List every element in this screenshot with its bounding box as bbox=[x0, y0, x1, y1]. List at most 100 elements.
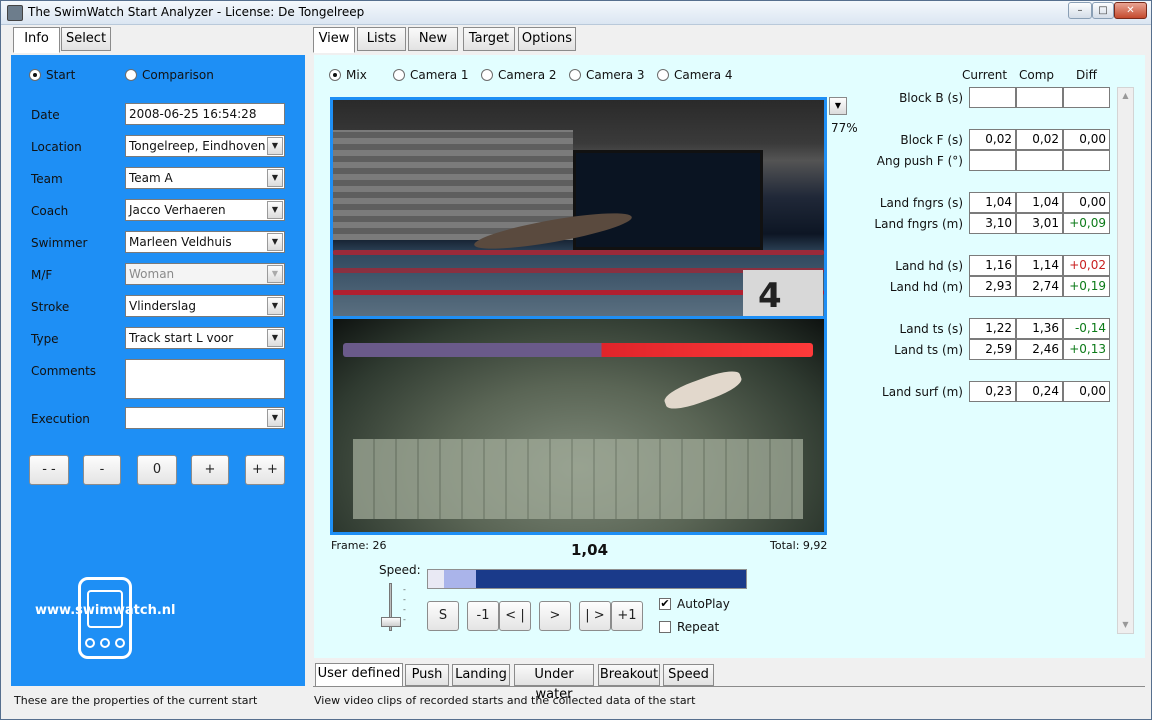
date-field[interactable]: 2008-06-25 16:54:28 bbox=[125, 103, 285, 125]
team-select[interactable]: Team A ▼ bbox=[125, 167, 285, 189]
tab-landing[interactable]: Landing bbox=[452, 664, 510, 686]
rating-zero-button[interactable]: 0 bbox=[137, 455, 177, 485]
radio-camera-1[interactable] bbox=[393, 69, 405, 81]
tab-baseline bbox=[313, 686, 1145, 687]
radio-camera-3[interactable] bbox=[569, 69, 581, 81]
tab-target[interactable]: Target bbox=[463, 27, 515, 51]
hall-windows bbox=[573, 150, 763, 250]
maximize-button[interactable]: □ bbox=[1092, 2, 1114, 19]
rating-plus-plus-button[interactable]: + + bbox=[245, 455, 285, 485]
tab-view[interactable]: View bbox=[313, 27, 355, 53]
camera-underwater-image bbox=[333, 319, 824, 532]
info-panel: Start Comparison Date 2008-06-25 16:54:2… bbox=[11, 55, 305, 686]
tab-select[interactable]: Select bbox=[61, 27, 111, 51]
chevron-down-icon[interactable]: ▼ bbox=[267, 409, 283, 427]
col-diff-header: Diff bbox=[1076, 68, 1097, 82]
radio-comparison-label: Comparison bbox=[142, 68, 214, 82]
measurements-scrollbar[interactable]: ▲ ▼ bbox=[1117, 87, 1134, 634]
chevron-down-icon[interactable]: ▼ bbox=[267, 297, 283, 315]
comments-label: Comments bbox=[31, 364, 97, 378]
radio-camera-4-label: Camera 4 bbox=[674, 68, 733, 82]
tab-lists[interactable]: Lists bbox=[357, 27, 406, 51]
tab-push[interactable]: Push bbox=[405, 664, 449, 686]
coach-label: Coach bbox=[31, 204, 69, 218]
row-label: Land ts (m) bbox=[894, 343, 963, 357]
stop-button[interactable]: S bbox=[427, 601, 459, 631]
scroll-down-icon[interactable]: ▼ bbox=[1118, 617, 1133, 633]
row-label: Land fngrs (m) bbox=[874, 217, 963, 231]
value-comp bbox=[1016, 150, 1063, 171]
value-diff bbox=[1063, 150, 1110, 171]
step-forward-button[interactable]: +1 bbox=[611, 601, 643, 631]
radio-camera-1-label: Camera 1 bbox=[410, 68, 469, 82]
close-button[interactable]: ✕ bbox=[1114, 2, 1147, 19]
app-window: The SwimWatch Start Analyzer - License: … bbox=[0, 0, 1152, 720]
scroll-up-icon[interactable]: ▲ bbox=[1118, 88, 1133, 104]
swimmer-underwater bbox=[661, 365, 745, 415]
step-back-button[interactable]: -1 bbox=[467, 601, 499, 631]
tab-options[interactable]: Options bbox=[518, 27, 576, 51]
row-label: Land ts (s) bbox=[899, 322, 963, 336]
swimmer-value: Marleen Veldhuis bbox=[129, 235, 232, 249]
app-icon bbox=[7, 5, 23, 21]
rewind-button[interactable]: < | bbox=[499, 601, 531, 631]
swimwatch-logo bbox=[78, 577, 132, 659]
swimmer-select[interactable]: Marleen Veldhuis ▼ bbox=[125, 231, 285, 253]
radio-mix-label: Mix bbox=[346, 68, 367, 82]
chevron-down-icon[interactable]: ▼ bbox=[267, 233, 283, 251]
chevron-down-icon[interactable]: ▼ bbox=[267, 137, 283, 155]
tab-under-water[interactable]: Under water bbox=[514, 664, 594, 702]
radio-comparison[interactable] bbox=[125, 69, 137, 81]
radio-start-label: Start bbox=[46, 68, 76, 82]
value-current bbox=[969, 87, 1016, 108]
radio-camera-4[interactable] bbox=[657, 69, 669, 81]
location-value: Tongelreep, Eindhoven bbox=[129, 139, 266, 153]
lane-rope-underwater bbox=[343, 343, 813, 357]
minimize-button[interactable]: – bbox=[1068, 2, 1092, 19]
tab-info[interactable]: Info bbox=[13, 27, 60, 53]
row-label: Land hd (s) bbox=[895, 259, 963, 273]
speed-label: Speed: bbox=[379, 563, 421, 577]
value-current: 1,04 bbox=[969, 192, 1016, 213]
swimmer-label: Swimmer bbox=[31, 236, 88, 250]
chevron-down-icon[interactable]: ▼ bbox=[267, 329, 283, 347]
value-diff: +0,19 bbox=[1063, 276, 1110, 297]
rating-minus-button[interactable]: - bbox=[83, 455, 121, 485]
speed-slider-thumb[interactable] bbox=[381, 617, 401, 627]
repeat-checkbox[interactable] bbox=[659, 621, 671, 633]
row-label: Land surf (m) bbox=[882, 385, 963, 399]
value-current: 0,02 bbox=[969, 129, 1016, 150]
speed-ticks: ---- bbox=[403, 585, 406, 624]
logo-text: www.swimwatch.nl bbox=[35, 603, 176, 618]
tab-speed[interactable]: Speed bbox=[663, 664, 714, 686]
chevron-down-icon[interactable]: ▼ bbox=[267, 169, 283, 187]
tab-user-defined[interactable]: User defined bbox=[315, 663, 403, 687]
rating-plus-button[interactable]: + bbox=[191, 455, 229, 485]
timeline-bar[interactable] bbox=[427, 569, 747, 589]
gender-label: M/F bbox=[31, 268, 53, 282]
value-diff: 0,00 bbox=[1063, 129, 1110, 150]
tab-breakout[interactable]: Breakout bbox=[598, 664, 660, 686]
comments-field[interactable] bbox=[125, 359, 285, 399]
radio-mix[interactable] bbox=[329, 69, 341, 81]
radio-camera-2[interactable] bbox=[481, 69, 493, 81]
value-current: 1,22 bbox=[969, 318, 1016, 339]
forward-end-button[interactable]: | > bbox=[579, 601, 611, 631]
type-label: Type bbox=[31, 332, 59, 346]
col-comp-header: Comp bbox=[1019, 68, 1055, 82]
timeline-thumb[interactable] bbox=[444, 570, 476, 588]
chevron-down-icon[interactable]: ▼ bbox=[267, 201, 283, 219]
location-select[interactable]: Tongelreep, Eindhoven ▼ bbox=[125, 135, 285, 157]
radio-start[interactable] bbox=[29, 69, 41, 81]
autoplay-checkbox[interactable]: ✔ bbox=[659, 598, 671, 610]
rating-minus-minus-button[interactable]: - - bbox=[29, 455, 69, 485]
col-current-header: Current bbox=[962, 68, 1008, 82]
autoplay-label: AutoPlay bbox=[677, 597, 730, 611]
execution-select[interactable]: ▼ bbox=[125, 407, 285, 429]
type-select[interactable]: Track start L voor ▼ bbox=[125, 327, 285, 349]
video-viewer[interactable]: 4 bbox=[330, 97, 827, 535]
coach-select[interactable]: Jacco Verhaeren ▼ bbox=[125, 199, 285, 221]
stroke-select[interactable]: Vlinderslag ▼ bbox=[125, 295, 285, 317]
tab-new[interactable]: New bbox=[408, 27, 458, 51]
play-button[interactable]: > bbox=[539, 601, 571, 631]
